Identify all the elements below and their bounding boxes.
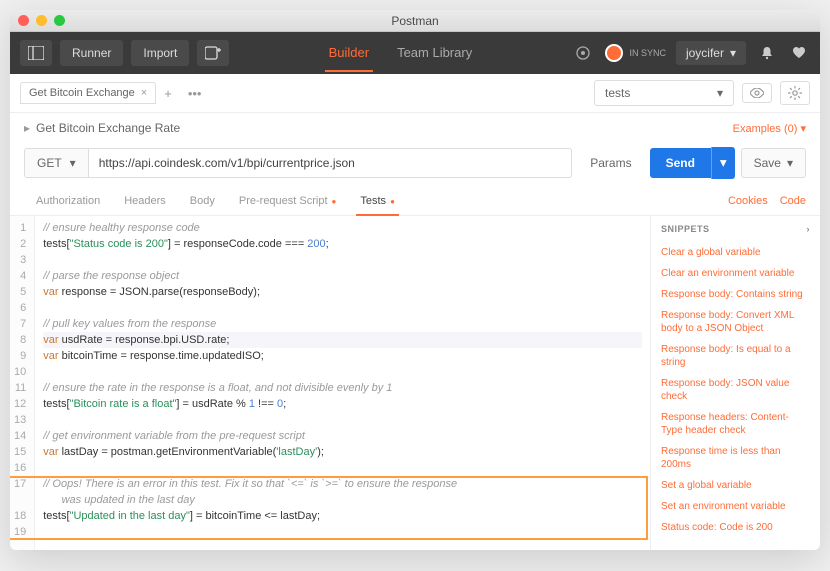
new-tab-icon <box>205 46 221 60</box>
sync-label: IN SYNC <box>629 48 666 58</box>
chevron-down-icon: ▾ <box>787 156 793 170</box>
code-line[interactable] <box>43 412 642 428</box>
code-line[interactable]: // Oops! There is an error in this test.… <box>43 476 642 492</box>
code-line[interactable]: // get environment variable from the pre… <box>43 428 642 444</box>
code-line[interactable]: // ensure healthy response code <box>43 220 642 236</box>
collapse-request-icon[interactable]: ▸ <box>24 121 30 135</box>
titlebar: Postman <box>10 10 820 32</box>
code-line[interactable]: // pull key values from the response <box>43 316 642 332</box>
window-title: Postman <box>391 14 438 28</box>
code-line[interactable] <box>43 364 642 380</box>
close-tab-icon[interactable]: × <box>141 87 147 99</box>
request-tab[interactable]: Get Bitcoin Exchange × <box>20 82 156 104</box>
tab-tests[interactable]: Tests <box>348 187 407 215</box>
capture-icon[interactable] <box>571 41 595 65</box>
code-line[interactable] <box>43 300 642 316</box>
new-tab-button[interactable] <box>197 40 229 66</box>
snippet-item[interactable]: Set a global variable <box>661 475 810 496</box>
code-line[interactable]: var usdRate = response.bpi.USD.rate; <box>43 332 642 348</box>
request-tabs-bar: Get Bitcoin Exchange × + ••• tests ▾ <box>10 74 820 113</box>
code-line[interactable] <box>43 460 642 476</box>
snippet-item[interactable]: Response body: Contains string <box>661 284 810 305</box>
sync-status[interactable]: IN SYNC <box>605 44 666 62</box>
snippets-panel: SNIPPETS › Clear a global variableClear … <box>650 216 820 550</box>
settings-button[interactable] <box>780 81 810 105</box>
snippet-item[interactable]: Clear a global variable <box>661 242 810 263</box>
cookies-link[interactable]: Cookies <box>728 195 768 207</box>
sync-icon <box>605 44 623 62</box>
runner-button[interactable]: Runner <box>60 40 123 66</box>
chevron-down-icon: ▾ <box>730 46 736 60</box>
user-label: joycifer <box>686 46 724 60</box>
request-url-row: GET ▾ Params Send ▾ Save ▾ <box>10 143 820 187</box>
code-line[interactable]: var response = JSON.parse(responseBody); <box>43 284 642 300</box>
send-button[interactable]: Send <box>650 148 711 178</box>
code-line[interactable]: tests["Bitcoin rate is a float"] = usdRa… <box>43 396 642 412</box>
request-tab-label: Get Bitcoin Exchange <box>29 87 135 99</box>
chevron-down-icon: ▾ <box>717 86 723 100</box>
snippet-item[interactable]: Response body: Convert XML body to a JSO… <box>661 305 810 339</box>
environment-select[interactable]: tests ▾ <box>594 80 734 106</box>
env-quicklook-button[interactable] <box>742 83 772 103</box>
tab-overflow-button[interactable]: ••• <box>180 82 210 105</box>
code-line[interactable]: var lastDay = postman.getEnvironmentVari… <box>43 444 642 460</box>
zoom-window-button[interactable] <box>54 15 65 26</box>
code-link[interactable]: Code <box>780 195 806 207</box>
url-input[interactable] <box>89 148 573 178</box>
chevron-down-icon: ▾ <box>70 156 76 170</box>
code-lines[interactable]: // ensure healthy response codetests["St… <box>35 216 650 550</box>
environment-value: tests <box>605 86 630 100</box>
tab-prerequest[interactable]: Pre-request Script <box>227 187 349 215</box>
code-line[interactable]: // ensure the rate in the response is a … <box>43 380 642 396</box>
toggle-sidebar-button[interactable] <box>20 40 52 66</box>
params-button[interactable]: Params <box>578 149 643 177</box>
team-library-nav[interactable]: Team Library <box>393 35 476 72</box>
send-dropdown[interactable]: ▾ <box>711 147 735 179</box>
method-value: GET <box>37 156 62 170</box>
content-area: 12345678910111213141516171819 // ensure … <box>10 216 820 550</box>
request-name: Get Bitcoin Exchange Rate <box>36 121 180 135</box>
tab-body[interactable]: Body <box>178 187 227 215</box>
tab-authorization[interactable]: Authorization <box>24 187 112 215</box>
code-line[interactable] <box>43 524 642 540</box>
snippet-item[interactable]: Clear an environment variable <box>661 263 810 284</box>
method-select[interactable]: GET ▾ <box>24 148 89 178</box>
code-line[interactable]: tests["Updated in the last day"] = bitco… <box>43 508 642 524</box>
builder-nav[interactable]: Builder <box>325 35 373 72</box>
gear-icon <box>788 86 802 100</box>
snippet-item[interactable]: Response body: Is equal to a string <box>661 339 810 373</box>
code-line[interactable]: was updated in the last day <box>43 492 642 508</box>
tab-headers[interactable]: Headers <box>112 187 178 215</box>
code-editor[interactable]: 12345678910111213141516171819 // ensure … <box>10 216 650 550</box>
code-line[interactable] <box>43 252 642 268</box>
save-button[interactable]: Save ▾ <box>741 148 806 178</box>
minimize-window-button[interactable] <box>36 15 47 26</box>
main-toolbar: Runner Import Builder Team Library IN SY… <box>10 32 820 74</box>
request-header: ▸ Get Bitcoin Exchange Rate Examples (0)… <box>10 113 820 143</box>
notifications-icon[interactable] <box>756 42 778 64</box>
sidebar-icon <box>28 46 44 60</box>
code-line[interactable]: var bitcoinTime = response.time.updatedI… <box>43 348 642 364</box>
snippet-item[interactable]: Status code: Code is 200 <box>661 517 810 538</box>
snippet-item[interactable]: Set an environment variable <box>661 496 810 517</box>
request-section-tabs: Authorization Headers Body Pre-request S… <box>10 187 820 216</box>
snippet-item[interactable]: Response headers: Content-Type header ch… <box>661 407 810 441</box>
snippet-list: Clear a global variableClear an environm… <box>661 242 810 538</box>
close-window-button[interactable] <box>18 15 29 26</box>
code-line[interactable]: tests["Status code is 200"] = responseCo… <box>43 236 642 252</box>
eye-icon <box>750 88 764 98</box>
import-button[interactable]: Import <box>131 40 189 66</box>
snippet-item[interactable]: Response body: JSON value check <box>661 373 810 407</box>
line-gutter: 12345678910111213141516171819 <box>10 216 35 550</box>
chevron-right-icon[interactable]: › <box>807 224 811 234</box>
heart-icon[interactable] <box>788 42 810 64</box>
user-dropdown[interactable]: joycifer ▾ <box>676 41 746 65</box>
add-tab-button[interactable]: + <box>156 82 180 105</box>
snippet-item[interactable]: Response time is less than 200ms <box>661 441 810 475</box>
code-line[interactable]: // parse the response object <box>43 268 642 284</box>
window-controls <box>18 15 65 26</box>
examples-link[interactable]: Examples (0) ▾ <box>733 122 806 135</box>
snippets-header: SNIPPETS › <box>661 224 810 234</box>
